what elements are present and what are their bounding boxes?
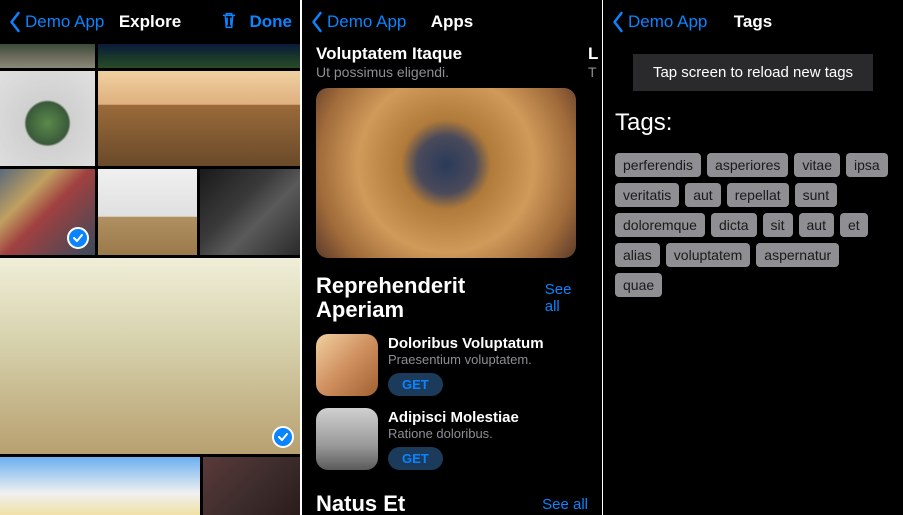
tag-chip[interactable]: dicta bbox=[711, 213, 757, 237]
feature-subtitle: Ut possimus eligendi. bbox=[316, 64, 576, 80]
app-title: Doloribus Voluptatum bbox=[388, 335, 588, 352]
feature-image bbox=[316, 88, 576, 258]
photo-tile[interactable] bbox=[0, 44, 95, 68]
tag-chip[interactable]: aut bbox=[685, 183, 720, 207]
tag-chip[interactable]: aspernatur bbox=[756, 243, 839, 267]
apps-screen: Demo App Apps Voluptatem Itaque Ut possi… bbox=[302, 0, 602, 515]
feature-title: L bbox=[588, 44, 602, 64]
navbar-explore: Demo App Explore Done bbox=[0, 0, 300, 44]
photo-tile[interactable] bbox=[98, 44, 300, 68]
get-button[interactable]: GET bbox=[388, 373, 443, 396]
photo-tile[interactable] bbox=[98, 169, 198, 255]
feature-card[interactable]: Voluptatem Itaque Ut possimus eligendi. bbox=[316, 44, 576, 258]
tag-cloud: perferendisasperioresvitaeipsaveritatisa… bbox=[615, 153, 891, 297]
tag-chip[interactable]: alias bbox=[615, 243, 660, 267]
back-label: Demo App bbox=[25, 12, 104, 32]
photo-tile[interactable] bbox=[0, 258, 300, 454]
photo-grid bbox=[0, 44, 300, 515]
chevron-left-icon bbox=[611, 11, 624, 33]
app-subtitle: Ratione doloribus. bbox=[388, 426, 588, 441]
tag-chip[interactable]: vitae bbox=[794, 153, 840, 177]
feature-subtitle: T bbox=[588, 64, 602, 80]
tag-chip[interactable]: quae bbox=[615, 273, 662, 297]
app-list-item[interactable]: Doloribus Voluptatum Praesentium volupta… bbox=[316, 334, 588, 396]
app-thumbnail bbox=[316, 408, 378, 470]
photo-tile[interactable] bbox=[0, 71, 95, 166]
tag-chip[interactable]: asperiores bbox=[707, 153, 788, 177]
selection-check-icon bbox=[67, 227, 89, 249]
tag-chip[interactable]: aut bbox=[799, 213, 834, 237]
tag-chip[interactable]: doloremque bbox=[615, 213, 705, 237]
see-all-link[interactable]: See all bbox=[542, 496, 588, 513]
tag-chip[interactable]: perferendis bbox=[615, 153, 701, 177]
app-thumbnail bbox=[316, 334, 378, 396]
section-header: Reprehenderit Aperiam See all bbox=[316, 274, 588, 322]
feature-title: Voluptatem Itaque bbox=[316, 44, 576, 64]
app-subtitle: Praesentium voluptatem. bbox=[388, 352, 588, 367]
tags-heading: Tags: bbox=[615, 109, 891, 137]
done-button[interactable]: Done bbox=[250, 12, 293, 32]
explore-screen: Demo App Explore Done bbox=[0, 0, 300, 515]
section-title: Reprehenderit Aperiam bbox=[316, 274, 545, 322]
app-list-item[interactable]: Adipisci Molestiae Ratione doloribus. GE… bbox=[316, 408, 588, 470]
app-title: Adipisci Molestiae bbox=[388, 409, 588, 426]
back-label: Demo App bbox=[628, 12, 707, 32]
featured-carousel[interactable]: Voluptatem Itaque Ut possimus eligendi. … bbox=[316, 44, 588, 258]
selection-check-icon bbox=[272, 426, 294, 448]
back-button[interactable]: Demo App bbox=[611, 11, 707, 33]
tag-chip[interactable]: sit bbox=[763, 213, 793, 237]
tags-screen: Demo App Tags Tap screen to reload new t… bbox=[603, 0, 903, 515]
back-button[interactable]: Demo App bbox=[8, 11, 104, 33]
navbar-apps: Demo App Apps bbox=[302, 0, 602, 44]
tag-chip[interactable]: veritatis bbox=[615, 183, 679, 207]
back-button[interactable]: Demo App bbox=[310, 11, 406, 33]
section-title: Natus Et bbox=[316, 492, 405, 515]
chevron-left-icon bbox=[310, 11, 323, 33]
tag-chip[interactable]: repellat bbox=[727, 183, 789, 207]
back-label: Demo App bbox=[327, 12, 406, 32]
see-all-link[interactable]: See all bbox=[545, 281, 588, 315]
trash-icon bbox=[218, 9, 240, 31]
tag-chip[interactable]: ipsa bbox=[846, 153, 888, 177]
navbar-tags: Demo App Tags bbox=[603, 0, 903, 44]
photo-tile[interactable] bbox=[98, 71, 300, 166]
photo-tile[interactable] bbox=[200, 169, 300, 255]
section-header: Natus Et See all bbox=[316, 492, 588, 515]
get-button[interactable]: GET bbox=[388, 447, 443, 470]
photo-tile[interactable] bbox=[0, 457, 200, 515]
tag-chip[interactable]: sunt bbox=[795, 183, 837, 207]
reload-tags-button[interactable]: Tap screen to reload new tags bbox=[633, 54, 873, 91]
tag-chip[interactable]: voluptatem bbox=[666, 243, 750, 267]
feature-card[interactable]: L T bbox=[588, 44, 602, 258]
photo-tile[interactable] bbox=[203, 457, 300, 515]
trash-button[interactable] bbox=[218, 9, 240, 36]
photo-tile[interactable] bbox=[0, 169, 95, 255]
tag-chip[interactable]: et bbox=[840, 213, 868, 237]
chevron-left-icon bbox=[8, 11, 21, 33]
